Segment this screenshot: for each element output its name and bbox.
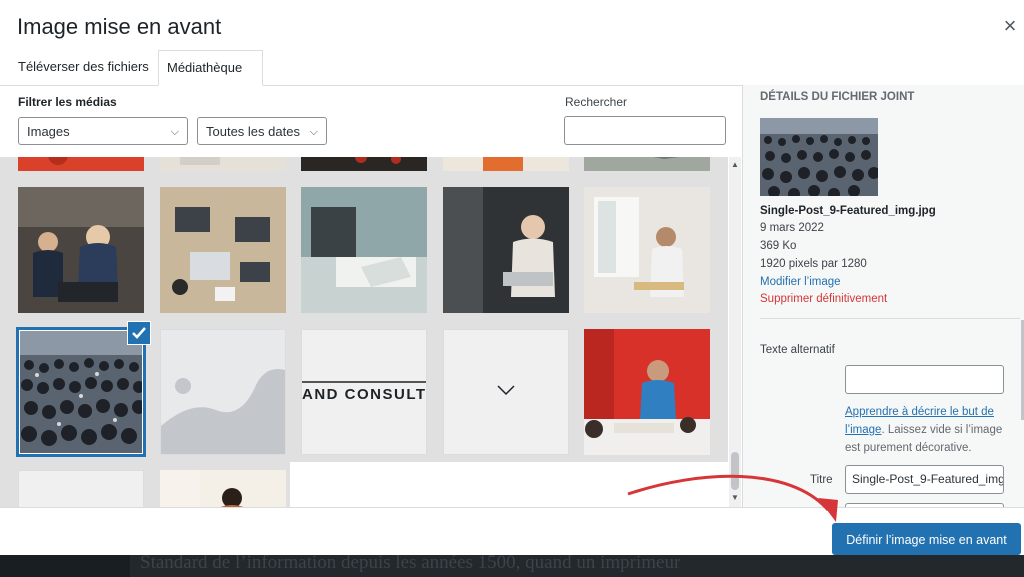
scroll-up-icon[interactable]: ▲: [731, 160, 739, 169]
chevron-down-icon: ⌵: [309, 126, 318, 138]
details-size: 369 Ko: [760, 240, 797, 252]
scroll-down-icon[interactable]: ▼: [731, 493, 739, 502]
media-modal: Image mise en avant × Téléverser des fic…: [0, 0, 1024, 555]
modal-tabs: Téléverser des fichiers Médiathèque: [0, 50, 1024, 86]
details-heading: DÉTAILS DU FICHIER JOINT: [760, 91, 915, 103]
details-date: 9 mars 2022: [760, 222, 824, 234]
title-label: Titre: [810, 474, 833, 486]
close-icon[interactable]: ×: [998, 14, 1022, 38]
thumbnail-label: AND CONSULT: [302, 386, 426, 403]
details-thumbnail: [760, 118, 878, 196]
media-thumbnail[interactable]: [443, 157, 569, 171]
media-thumbnail-selected[interactable]: [16, 327, 146, 457]
media-thumbnail[interactable]: [443, 329, 569, 455]
date-filter-value: Toutes les dates: [206, 124, 300, 139]
details-divider: [760, 318, 1020, 319]
media-thumbnail[interactable]: [584, 157, 710, 171]
date-filter-select[interactable]: Toutes les dates ⌵: [197, 117, 327, 145]
media-grid: AND CONSULT: [0, 157, 728, 507]
edit-image-link[interactable]: Modifier l’image: [760, 276, 841, 288]
media-thumbnail[interactable]: [160, 329, 286, 455]
media-thumbnail[interactable]: [18, 470, 144, 507]
media-thumbnail[interactable]: [160, 187, 286, 313]
media-thumbnail[interactable]: [18, 157, 144, 171]
media-thumbnail[interactable]: [584, 329, 710, 455]
attachment-details-panel: DÉTAILS DU FICHIER JOINT Single-Post_9-F…: [742, 85, 1024, 507]
media-thumbnail[interactable]: [584, 187, 710, 313]
media-type-select[interactable]: Images ⌵: [18, 117, 188, 145]
delete-permanently-link[interactable]: Supprimer définitivement: [760, 293, 887, 305]
alt-text-label: Texte alternatif: [760, 344, 835, 356]
title-input[interactable]: Single-Post_9-Featured_img: [845, 465, 1004, 494]
background-text: Standard de l’information depuis les ann…: [140, 552, 681, 573]
tab-media-library[interactable]: Médiathèque: [158, 50, 263, 86]
search-label: Rechercher: [565, 95, 628, 109]
alt-text-input[interactable]: [845, 365, 1004, 394]
selected-check-icon[interactable]: [127, 321, 151, 345]
details-dimensions: 1920 pixels par 1280: [760, 258, 867, 270]
modal-title: Image mise en avant: [17, 14, 222, 39]
media-thumbnail[interactable]: [18, 187, 144, 313]
tab-upload-files[interactable]: Téléverser des fichiers: [10, 50, 157, 84]
media-type-value: Images: [27, 124, 70, 139]
media-thumbnail[interactable]: [301, 187, 427, 313]
alt-text-help: Apprendre à décrire le but de l’image. L…: [845, 403, 1010, 457]
media-thumbnail[interactable]: [160, 157, 286, 171]
scrollbar-thumb[interactable]: [731, 452, 739, 490]
media-thumbnail[interactable]: [443, 187, 569, 313]
media-thumbnail[interactable]: [301, 157, 427, 171]
details-filename: Single-Post_9-Featured_img.jpg: [760, 205, 936, 217]
media-thumbnail[interactable]: AND CONSULT: [301, 329, 427, 455]
chevron-down-icon: ⌵: [170, 126, 179, 138]
set-featured-image-button[interactable]: Définir l’image mise en avant: [832, 523, 1021, 555]
search-input[interactable]: [564, 116, 726, 145]
filter-label: Filtrer les médias: [18, 95, 117, 109]
media-thumbnail[interactable]: [160, 470, 286, 507]
